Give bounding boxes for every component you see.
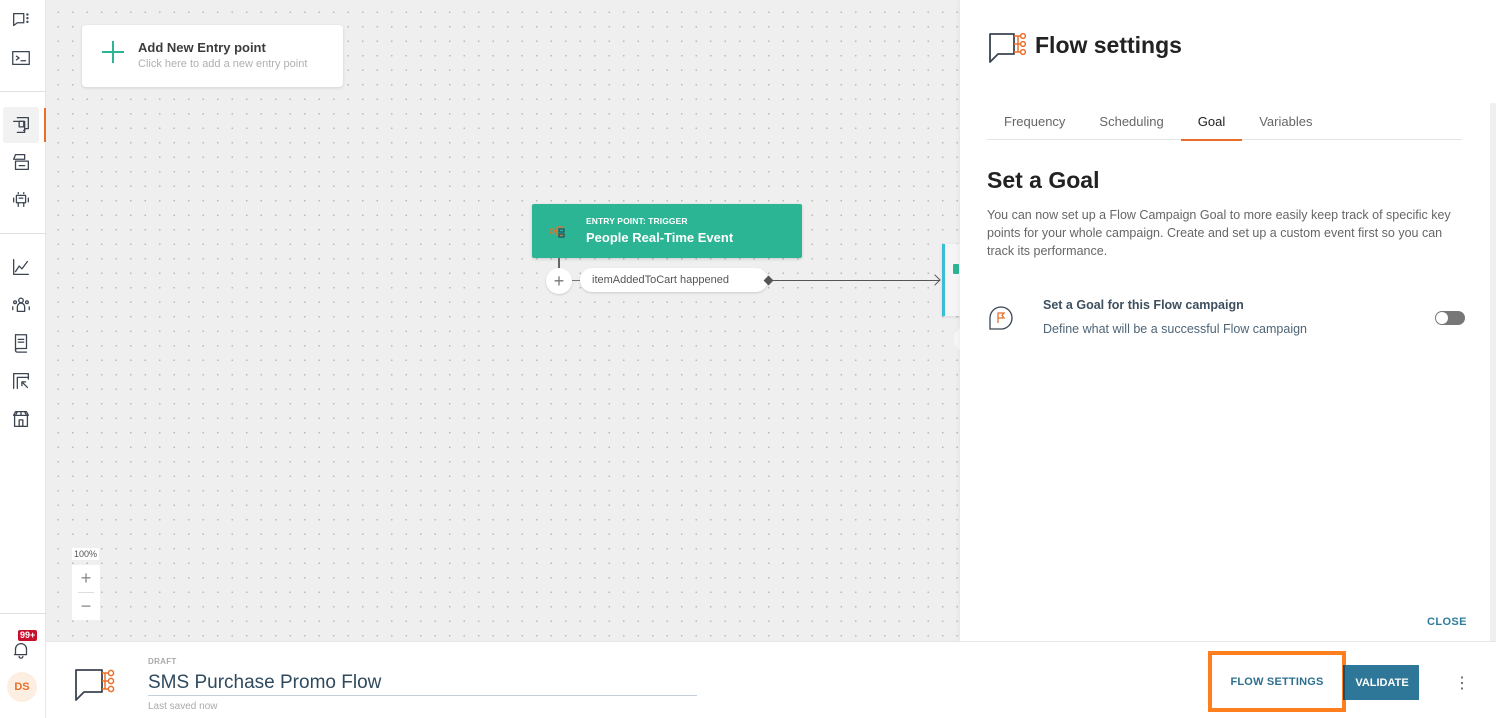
section-description: You can now set up a Flow Campaign Goal …: [987, 208, 1451, 258]
template-icon: [13, 154, 29, 170]
sidebar-item-templates[interactable]: [3, 144, 39, 180]
bottom-bar: DRAFT Last saved now FLOW SETTINGS VALID…: [46, 641, 1496, 718]
sidebar-item-store[interactable]: [3, 401, 39, 437]
goal-option-subtitle: Define what will be a successful Flow ca…: [1043, 322, 1308, 336]
sidebar-item-terminal[interactable]: [3, 40, 39, 76]
flow-settings-panel: Flow settings Frequency Scheduling Goal …: [960, 0, 1496, 641]
trigger-title: People Real-Time Event: [586, 230, 734, 245]
validate-button[interactable]: VALIDATE: [1343, 665, 1419, 700]
sidebar-item-integrations[interactable]: [3, 363, 39, 399]
cursor-frame-icon: [13, 373, 29, 389]
sidebar-divider: [0, 233, 46, 234]
close-panel-button[interactable]: CLOSE: [1427, 616, 1467, 628]
sidebar-divider: [0, 613, 46, 614]
flow-canvas[interactable]: Add New Entry point Click here to add a …: [46, 0, 960, 641]
store-icon: [13, 411, 29, 427]
sidebar-item-library[interactable]: [3, 325, 39, 361]
book-icon: [14, 334, 28, 353]
flows-icon: [13, 117, 29, 133]
flag-bubble-icon: [989, 306, 1013, 330]
add-step-button[interactable]: +: [546, 268, 572, 294]
flow-chat-icon: [989, 32, 1027, 63]
notifications-badge: 99+: [18, 630, 38, 641]
goal-toggle[interactable]: [1435, 311, 1465, 325]
next-node[interactable]: [942, 244, 960, 316]
tab-variables[interactable]: Variables: [1242, 108, 1329, 140]
sidebar-item-flows[interactable]: [3, 107, 39, 143]
app: 99+ DS Add New Entry point Click here to…: [0, 0, 1496, 718]
tab-frequency[interactable]: Frequency: [987, 108, 1082, 140]
section-title: Set a Goal: [987, 167, 1100, 193]
bell-icon: [13, 643, 28, 659]
toggle-knob: [1436, 312, 1448, 324]
more-options-icon[interactable]: ⋮: [1454, 671, 1470, 695]
add-entry-point-card[interactable]: Add New Entry point Click here to add a …: [82, 25, 343, 87]
sidebar-item-people[interactable]: [3, 287, 39, 323]
sidebar-divider: [0, 91, 46, 92]
plus-icon: [102, 41, 124, 63]
goal-option: Set a Goal for this Flow campaign Define…: [987, 296, 1467, 340]
entry-card-title: Add New Entry point: [138, 40, 266, 55]
sidebar-item-conversations[interactable]: [3, 2, 39, 38]
trigger-node[interactable]: ENTRY POINT: TRIGGER People Real-Time Ev…: [532, 204, 802, 258]
panel-title: Flow settings: [1035, 32, 1182, 58]
event-trigger-icon: [549, 226, 565, 238]
sidebar-item-analytics[interactable]: [3, 249, 39, 285]
zoom-level: 100%: [72, 548, 100, 560]
flow-settings-button[interactable]: FLOW SETTINGS: [1208, 651, 1346, 712]
arrow-icon: [929, 274, 941, 286]
entry-card-subtitle: Click here to add a new entry point: [138, 58, 308, 70]
node-icon: [953, 264, 959, 274]
sidebar-item-bots[interactable]: [3, 182, 39, 218]
flow-status: DRAFT: [148, 657, 177, 666]
settings-tabs: Frequency Scheduling Goal Variables: [987, 108, 1462, 141]
people-icon: [12, 297, 30, 313]
connector-stub: [572, 280, 580, 281]
event-condition-pill[interactable]: itemAddedToCart happened: [580, 268, 768, 292]
zoom-out-button[interactable]: −: [72, 593, 100, 620]
goal-option-title: Set a Goal for this Flow campaign: [1043, 298, 1244, 312]
plus-icon: +: [553, 270, 565, 291]
trigger-kicker: ENTRY POINT: TRIGGER: [586, 216, 688, 226]
zoom-in-button[interactable]: +: [72, 565, 100, 592]
sidebar: 99+ DS: [0, 0, 46, 718]
flow-chat-icon: [75, 669, 115, 701]
tab-goal[interactable]: Goal: [1180, 108, 1243, 141]
last-saved: Last saved now: [148, 701, 218, 712]
flow-name-input[interactable]: [148, 670, 697, 696]
robot-icon: [13, 192, 29, 208]
panel-scrollbar[interactable]: [1490, 103, 1496, 641]
chat-dots-icon: [13, 12, 29, 27]
zoom-controls: + −: [72, 565, 100, 620]
terminal-icon: [12, 50, 30, 66]
connector-line: [768, 280, 940, 281]
avatar[interactable]: DS: [7, 672, 37, 702]
chart-line-icon: [13, 259, 29, 275]
tab-scheduling[interactable]: Scheduling: [1082, 108, 1180, 140]
